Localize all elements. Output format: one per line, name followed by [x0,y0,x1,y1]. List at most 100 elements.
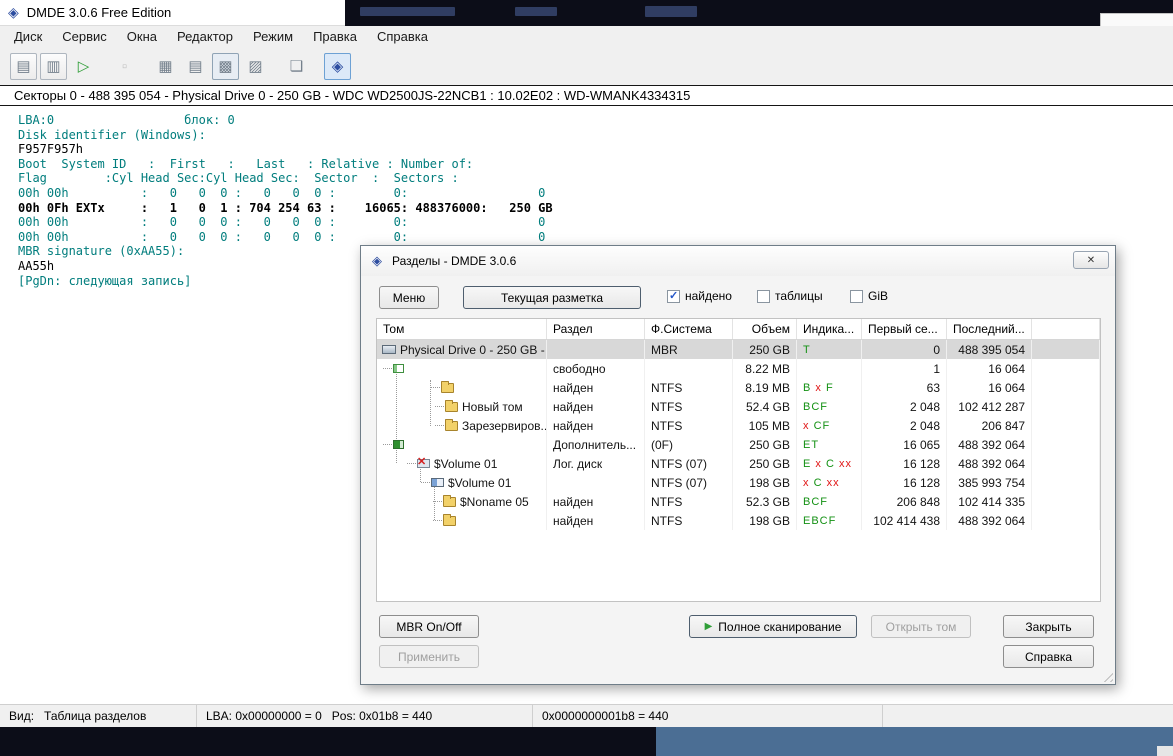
menu-item-4[interactable]: Режим [243,27,303,46]
volume-icon [431,478,444,487]
menu-button[interactable]: Меню [379,286,439,309]
text-view-button[interactable]: ▨ [242,53,269,80]
spacer-cell [1032,340,1100,359]
column-header-1[interactable]: Раздел [547,319,645,339]
first-sector-cell: 16 065 [862,435,947,454]
mbr-onoff-button[interactable]: MBR On/Off [379,615,479,638]
volume-name: Новый том [462,400,523,414]
volume-name: Physical Drive 0 - 250 GB - ... [400,343,547,357]
checkbox-gib[interactable]: GiB [850,289,888,303]
folder-icon [443,497,456,507]
size-cell: 250 GB [733,435,797,454]
disk-view-button[interactable]: ▦ [152,53,179,80]
table-view-icon: ▤ [188,57,202,75]
column-header-4[interactable]: Индика... [797,319,862,339]
partition-table-header: ТомРазделФ.СистемаОбъемИндика...Первый с… [377,319,1100,340]
partition-row-4[interactable]: Зарезервиров...найденNTFS105 MBx CF2 048… [377,416,1100,435]
size-cell: 250 GB [733,340,797,359]
tree-connector [431,387,440,388]
partition-row-5[interactable]: Дополнитель...(0F)250 GBET16 065488 392 … [377,435,1100,454]
checked-checkbox-icon[interactable] [667,290,680,303]
full-scan-button[interactable]: ▶ Полное сканирование [689,615,857,638]
close-dialog-button[interactable]: Закрыть [1003,615,1094,638]
partition-row-8[interactable]: $Noname 05найденNTFS52.3 GBBCF206 848102… [377,492,1100,511]
fs-cell: NTFS [645,511,733,530]
background-text-fragment [645,6,697,17]
unchecked-checkbox-icon[interactable] [850,290,863,303]
first-sector-cell: 16 128 [862,454,947,473]
tree-connector [435,406,444,407]
partition-row-6[interactable]: $Volume 01Лог. дискNTFS (07)250 GBE x C … [377,454,1100,473]
help-button[interactable]: Справка [1003,645,1094,668]
column-header-7[interactable] [1032,319,1100,339]
column-header-2[interactable]: Ф.Система [645,319,733,339]
dialog-titlebar[interactable]: ◈ Разделы - DMDE 3.0.6 ✕ [361,246,1115,276]
open-drive-button[interactable]: ▤ [10,53,37,80]
column-header-6[interactable]: Последний... [947,319,1032,339]
first-sector-cell: 2 048 [862,397,947,416]
editor-line-8: 00h 00h : 0 0 0 : 0 0 0 : 0: 0 [18,230,1173,245]
menu-item-3[interactable]: Редактор [167,27,243,46]
disk-view-icon: ▦ [158,57,172,75]
current-layout-button[interactable]: Текущая разметка [463,286,641,309]
partition-row-0[interactable]: Physical Drive 0 - 250 GB - ... MBR250 GB… [377,340,1100,359]
column-header-0[interactable]: Том [377,319,547,339]
editor-line-5: 00h 00h : 0 0 0 : 0 0 0 : 0: 0 [18,186,1173,201]
column-header-5[interactable]: Первый се... [862,319,947,339]
menu-item-6[interactable]: Справка [367,27,438,46]
partition-cell: свободно [547,359,645,378]
partition-row-3[interactable]: Новый томнайденNTFS52.4 GBBCF2 048102 41… [377,397,1100,416]
indicators-cell: B x F [797,378,862,397]
indicator-flag: xx [827,477,840,489]
windows-cascade-button[interactable]: ❏ [283,53,310,80]
dmde-logo-button[interactable]: ◈ [324,53,351,80]
tree-connector [433,520,442,521]
folder-icon [441,383,454,393]
partition-row-9[interactable]: найденNTFS198 GBEBCF102 414 438488 392 0… [377,511,1100,530]
tree-line [434,484,435,520]
fs-cell: (0F) [645,435,733,454]
checkbox-found[interactable]: найдено [667,289,732,303]
editor-line-6: 00h 0Fh EXTx : 1 0 1 : 704 254 63 : 1606… [18,201,1173,216]
continue-button[interactable]: ▷ [70,53,97,80]
checkbox-tables[interactable]: таблицы [757,289,823,303]
volume-cell: $Volume 01 [377,473,547,492]
partition-row-7[interactable]: $Volume 01NTFS (07)198 GBx C xx16 128385… [377,473,1100,492]
indicator-flag: x [803,420,814,432]
hex-view-button[interactable]: ▩ [212,53,239,80]
menu-item-0[interactable]: Диск [4,27,52,46]
menu-item-1[interactable]: Сервис [52,27,117,46]
partition-cell [547,473,645,492]
close-button[interactable]: ✕ [1073,251,1109,269]
editor-line-3: Boot System ID : First : Last : Relative… [18,157,1173,172]
indicator-flag: x [815,382,826,394]
fs-cell: MBR [645,340,733,359]
spacer-cell [1032,435,1100,454]
last-sector-cell: 488 392 064 [947,511,1032,530]
first-sector-cell: 1 [862,359,947,378]
open-volume-button[interactable]: Открыть том [871,615,971,638]
partition-cell [547,340,645,359]
partition-row-1[interactable]: свободно8.22 MB116 064 [377,359,1100,378]
size-cell: 52.4 GB [733,397,797,416]
taskbar-corner [1157,746,1173,756]
spacer-cell [1032,359,1100,378]
resize-grip[interactable] [1100,669,1113,682]
menu-bar: ДискСервисОкнаРедакторРежимПравкаСправка [0,26,1173,47]
volume-cell: $Volume 01 [377,454,547,473]
size-cell: 8.22 MB [733,359,797,378]
partition-manager-button[interactable]: ▥ [40,53,67,80]
menu-item-2[interactable]: Окна [117,27,167,46]
table-view-button[interactable]: ▤ [182,53,209,80]
tree-line [430,380,431,426]
size-cell: 198 GB [733,473,797,492]
partition-row-2[interactable]: найденNTFS8.19 MBB x F6316 064 [377,378,1100,397]
unchecked-checkbox-icon[interactable] [757,290,770,303]
apply-button[interactable]: Применить [379,645,479,668]
spacer-cell [1032,492,1100,511]
fs-cell: NTFS [645,378,733,397]
app-title: DMDE 3.0.6 Free Edition [27,5,172,20]
menu-item-5[interactable]: Правка [303,27,367,46]
column-header-3[interactable]: Объем [733,319,797,339]
last-sector-cell: 16 064 [947,378,1032,397]
